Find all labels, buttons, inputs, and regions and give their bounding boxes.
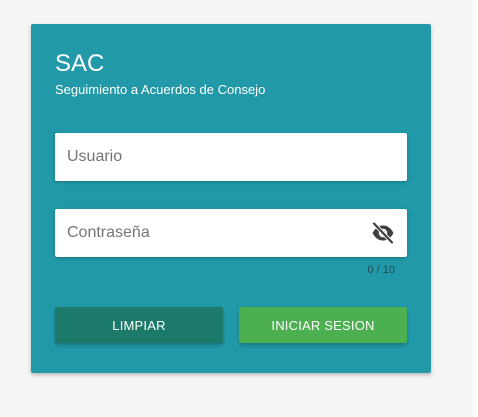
login-card: SAC Seguimiento a Acuerdos de Consejo 0 …	[31, 24, 431, 373]
app-subtitle: Seguimiento a Acuerdos de Consejo	[55, 82, 266, 97]
login-button[interactable]: INICIAR SESION	[239, 307, 407, 343]
clear-button[interactable]: LIMPIAR	[55, 307, 223, 343]
app-title: SAC	[55, 50, 105, 77]
page: SAC Seguimiento a Acuerdos de Consejo 0 …	[0, 0, 478, 417]
page-edge	[473, 0, 478, 417]
password-counter: 0 / 10	[367, 264, 395, 276]
username-field	[55, 133, 407, 181]
password-field	[55, 209, 407, 257]
username-input[interactable]	[55, 133, 407, 181]
password-input[interactable]	[55, 209, 407, 257]
eye-off-icon[interactable]	[371, 221, 395, 245]
